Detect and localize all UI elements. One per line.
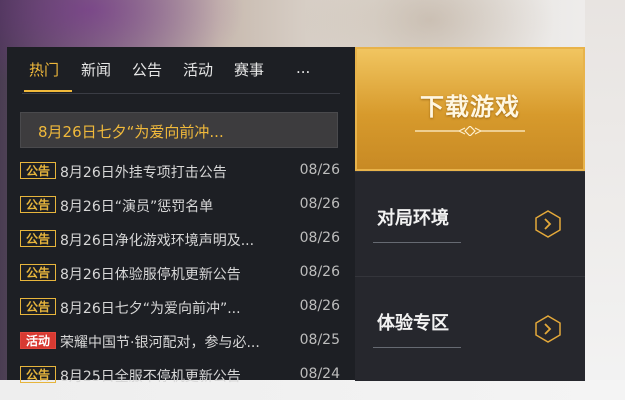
news-tabs: 热门 新闻 公告 活动 赛事 ...	[7, 47, 355, 93]
news-date: 08/26	[299, 162, 340, 178]
news-row[interactable]: 公告 8月26日“演员”惩罚名单 08/26	[20, 192, 340, 218]
entry-divider	[373, 347, 461, 348]
news-date: 08/25	[299, 332, 340, 348]
news-title: 8月26日体验服停机更新公告	[60, 267, 241, 283]
news-row[interactable]: 公告 8月26日外挂专项打击公告 08/26	[20, 158, 340, 184]
news-panel: 热门 新闻 公告 活动 赛事 ... 8月26日七夕“为爱向前冲... 公告 8…	[7, 47, 356, 385]
featured-news[interactable]: 8月26日七夕“为爱向前冲...	[20, 112, 338, 148]
chevron-right-icon	[535, 315, 561, 343]
tabs-divider	[22, 93, 340, 94]
experience-zone-label: 体验专区	[377, 313, 449, 334]
news-row[interactable]: 活动 荣耀中国节·银河配对，参与必... 08/25	[20, 328, 340, 354]
chevron-right-icon	[535, 210, 561, 238]
notice-badge: 公告	[20, 298, 56, 315]
news-title: 8月26日外挂专项打击公告	[60, 165, 227, 181]
notice-badge: 公告	[20, 264, 56, 281]
match-environment-entry[interactable]: 对局环境	[355, 171, 585, 276]
active-tab-indicator	[24, 90, 72, 92]
news-title: 荣耀中国节·银河配对，参与必...	[60, 335, 260, 351]
news-date: 08/26	[299, 298, 340, 314]
news-date: 08/26	[299, 196, 340, 212]
experience-zone-entry[interactable]: 体验专区	[355, 276, 585, 381]
news-row[interactable]: 公告 8月26日体验服停机更新公告 08/26	[20, 260, 340, 286]
tab-hot[interactable]: 热门	[29, 59, 59, 80]
download-game-button[interactable]: 下载游戏	[355, 47, 585, 171]
event-badge: 活动	[20, 332, 56, 349]
tab-more[interactable]: ...	[296, 59, 310, 77]
tab-notice[interactable]: 公告	[132, 59, 162, 80]
news-title: 8月26日净化游戏环境声明及...	[60, 233, 255, 249]
tab-news[interactable]: 新闻	[81, 59, 111, 80]
side-panel: 下载游戏 对局环境 体验专区	[355, 47, 585, 381]
ornament-icon	[415, 126, 525, 136]
news-title: 8月25日全服不停机更新公告	[60, 369, 241, 385]
download-game-label: 下载游戏	[420, 93, 520, 121]
match-environment-label: 对局环境	[377, 208, 449, 229]
news-row[interactable]: 公告 8月26日净化游戏环境声明及... 08/26	[20, 226, 340, 252]
entry-divider	[373, 242, 461, 243]
news-date: 08/26	[299, 264, 340, 280]
notice-badge: 公告	[20, 230, 56, 247]
news-title: 8月26日“演员”惩罚名单	[60, 199, 214, 215]
notice-badge: 公告	[20, 366, 56, 383]
featured-news-title: 8月26日七夕“为爱向前冲...	[38, 123, 224, 141]
notice-badge: 公告	[20, 162, 56, 179]
news-row[interactable]: 公告 8月25日全服不停机更新公告 08/24	[20, 362, 340, 388]
news-row[interactable]: 公告 8月26日七夕“为爱向前冲”... 08/26	[20, 294, 340, 320]
news-date: 08/24	[299, 366, 340, 382]
news-title: 8月26日七夕“为爱向前冲”...	[60, 301, 241, 317]
notice-badge: 公告	[20, 196, 56, 213]
tab-tournaments[interactable]: 赛事	[234, 59, 264, 80]
background-right	[585, 0, 625, 400]
tab-events[interactable]: 活动	[183, 59, 213, 80]
news-date: 08/26	[299, 230, 340, 246]
